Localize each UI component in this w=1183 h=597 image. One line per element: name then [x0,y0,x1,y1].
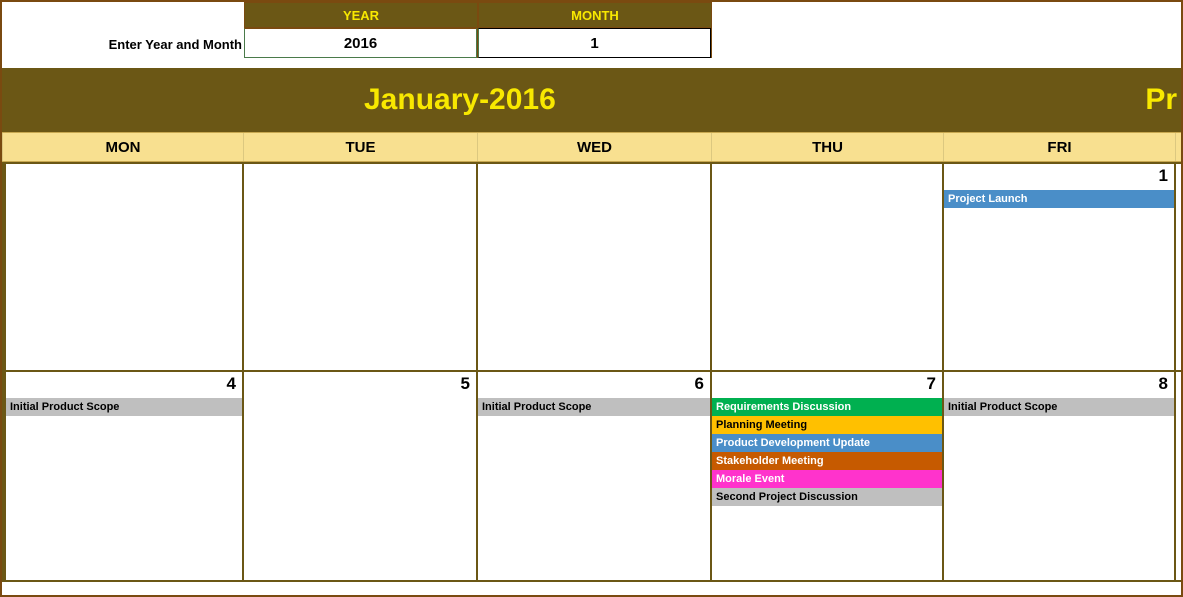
day-cell[interactable] [244,164,478,370]
year-header: YEAR [244,2,477,28]
day-of-week-header: MON TUE WED THU FRI [2,132,1181,162]
day-cell[interactable]: 7Requirements DiscussionPlanning Meeting… [712,372,944,580]
month-header: MONTH [478,2,711,28]
day-cell[interactable] [478,164,712,370]
calendar-title: January-2016 [364,83,556,117]
date-number [478,164,710,190]
date-number [6,164,242,190]
calendar-event[interactable]: Second Project Discussion [712,488,942,506]
day-cell[interactable] [712,164,944,370]
date-number [712,164,942,190]
calendar-event[interactable]: Stakeholder Meeting [712,452,942,470]
date-number: 8 [944,372,1174,398]
year-month-entry-row: Enter Year and Month YEAR 2016 MONTH 1 [2,2,1181,58]
year-column: YEAR 2016 [244,2,478,58]
day-cell[interactable]: 4Initial Product Scope [2,372,244,580]
date-number: 5 [244,372,476,398]
spacer [2,58,1181,68]
dow-tue: TUE [244,133,478,161]
calendar-event[interactable]: Morale Event [712,470,942,488]
calendar-event[interactable]: Initial Product Scope [944,398,1174,416]
calendar-event[interactable]: Initial Product Scope [478,398,710,416]
month-input[interactable]: 1 [478,28,711,58]
dow-thu: THU [712,133,944,161]
week-row: 4Initial Product Scope56Initial Product … [2,372,1181,582]
calendar-event[interactable]: Planning Meeting [712,416,942,434]
date-number: 1 [944,164,1174,190]
date-number: 4 [6,372,242,398]
calendar-event[interactable]: Requirements Discussion [712,398,942,416]
calendar-event[interactable]: Product Development Update [712,434,942,452]
week-row: 1Project Launch [2,162,1181,372]
dow-fri: FRI [944,133,1176,161]
calendar-event[interactable]: Initial Product Scope [6,398,242,416]
title-right-partial: Pr [1145,83,1177,117]
day-cell[interactable]: 8Initial Product Scope [944,372,1176,580]
month-column: MONTH 1 [478,2,712,58]
dow-mon: MON [2,133,244,161]
day-cell[interactable] [2,164,244,370]
date-number: 7 [712,372,942,398]
title-bar: January-2016 Pr [2,68,1181,132]
date-number: 6 [478,372,710,398]
year-input[interactable]: 2016 [244,28,477,58]
date-number [244,164,476,190]
entry-label: Enter Year and Month [2,2,244,58]
calendar-grid: 1Project Launch4Initial Product Scope56I… [2,162,1181,582]
day-cell[interactable]: 1Project Launch [944,164,1176,370]
calendar-app: Enter Year and Month YEAR 2016 MONTH 1 J… [2,2,1181,595]
day-cell[interactable]: 6Initial Product Scope [478,372,712,580]
calendar-event[interactable]: Project Launch [944,190,1174,208]
day-cell[interactable]: 5 [244,372,478,580]
dow-wed: WED [478,133,712,161]
